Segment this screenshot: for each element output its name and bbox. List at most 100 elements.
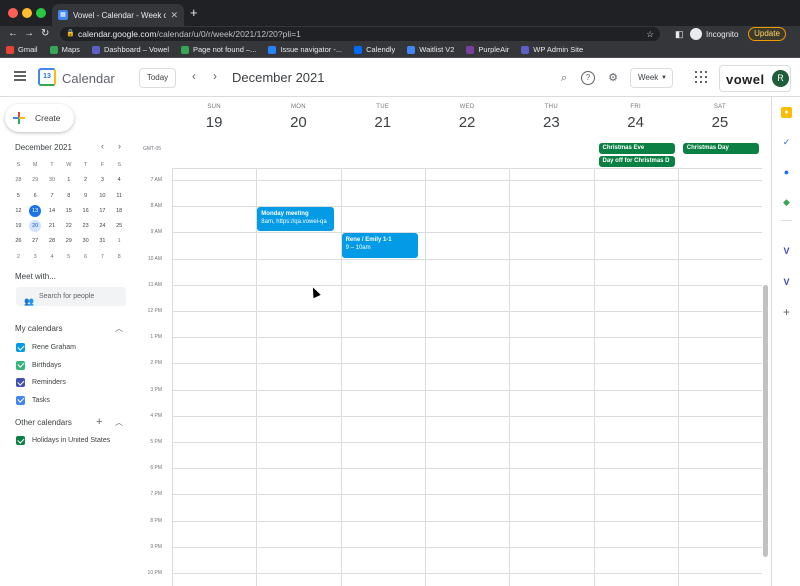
mini-day[interactable]: 26	[10, 234, 27, 249]
back-arrow-icon[interactable]: ←	[8, 26, 18, 42]
mini-day[interactable]: 24	[94, 219, 111, 234]
zoom-window-button[interactable]	[36, 8, 46, 18]
mini-day[interactable]: 5	[10, 189, 27, 204]
calendar-toggle[interactable]: Rene Graham	[16, 343, 76, 352]
maps-icon[interactable]: ◆	[781, 197, 792, 208]
close-tab-icon[interactable]: ✕	[170, 10, 178, 21]
mini-day[interactable]: 17	[94, 204, 111, 219]
calendar-toggle[interactable]: Holidays in United States	[16, 436, 110, 445]
day-header[interactable]: THU 23	[509, 104, 593, 131]
mini-day[interactable]: 8	[111, 250, 128, 265]
new-tab-button[interactable]: +	[190, 6, 198, 20]
calendar-toggle[interactable]: Reminders	[16, 378, 66, 387]
vowel-addon-icon[interactable]: V	[781, 246, 792, 257]
bookmark-item[interactable]: Gmail	[6, 45, 38, 54]
day-date[interactable]: 21	[341, 114, 425, 131]
bookmark-item[interactable]: Calendly	[354, 45, 395, 54]
vowel-addon-icon[interactable]: V	[781, 277, 792, 288]
my-calendars-header[interactable]: My calendars	[15, 324, 63, 333]
mini-day[interactable]: 1	[111, 234, 128, 249]
mini-day[interactable]: 16	[77, 204, 94, 219]
checkbox-icon[interactable]	[16, 343, 25, 352]
avatar[interactable]: R	[772, 70, 789, 87]
mini-day[interactable]: 12	[10, 204, 27, 219]
view-selector[interactable]: Week ▼	[630, 68, 673, 88]
bookmark-item[interactable]: Dashboard – Vowel	[91, 45, 169, 54]
search-icon[interactable]: ⌕	[557, 71, 571, 85]
mini-day[interactable]: 15	[60, 204, 77, 219]
incognito-indicator[interactable]: Incognito	[690, 26, 738, 42]
mini-day[interactable]: 27	[27, 234, 44, 249]
get-addons-plus-icon[interactable]: +	[781, 306, 792, 318]
day-header[interactable]: TUE 21	[341, 104, 425, 131]
bookmark-item[interactable]: Waitlist V2	[407, 45, 454, 54]
all-day-event[interactable]: Christmas Day	[682, 143, 760, 154]
create-button[interactable]: Create	[5, 104, 74, 132]
bookmark-item[interactable]: WP Admin Site	[521, 45, 583, 54]
other-calendars-header[interactable]: Other calendars	[15, 418, 72, 427]
day-header[interactable]: MON 20	[256, 104, 340, 131]
calendar-event[interactable]: Monday meeting 8am, https://qa.vowel-qa	[257, 207, 334, 232]
week-grid[interactable]: Monday meeting 8am, https://qa.vowel-qa Re…	[172, 169, 762, 586]
day-date[interactable]: 22	[425, 114, 509, 131]
google-apps-icon[interactable]	[695, 71, 707, 83]
collapse-chevron-icon[interactable]: ︿	[115, 417, 123, 428]
day-date[interactable]: 23	[509, 114, 593, 131]
address-bar[interactable]: 🔒 calendar.google.com/calendar/u/0/r/wee…	[60, 27, 660, 41]
bookmark-item[interactable]: Maps	[49, 45, 80, 54]
mini-day[interactable]: 13	[27, 204, 44, 219]
day-header[interactable]: SAT 25	[678, 104, 762, 131]
mini-day[interactable]: 18	[111, 204, 128, 219]
checkbox-icon[interactable]	[16, 378, 25, 387]
previous-week-icon[interactable]: ‹	[192, 69, 196, 83]
mini-day[interactable]: 30	[44, 173, 61, 188]
checkbox-icon[interactable]	[16, 395, 25, 405]
today-button[interactable]: Today	[139, 68, 176, 88]
mini-day[interactable]: 31	[94, 234, 111, 249]
mini-day[interactable]: 9	[77, 189, 94, 204]
day-date[interactable]: 25	[678, 114, 762, 131]
day-date[interactable]: 19	[172, 114, 256, 131]
next-week-icon[interactable]: ›	[213, 69, 217, 83]
mini-day[interactable]: 3	[94, 173, 111, 188]
calendar-event[interactable]: Rene / Emily 1-1 9 – 10am	[341, 233, 418, 258]
grid-scrollbar[interactable]	[763, 285, 768, 557]
calendar-toggle[interactable]: Birthdays	[16, 360, 61, 370]
day-header[interactable]: SUN 19	[172, 104, 256, 131]
mini-day[interactable]: 23	[77, 219, 94, 234]
all-day-event[interactable]: Christmas Eve	[598, 143, 675, 154]
all-day-event[interactable]: Day off for Christmas D	[598, 156, 675, 167]
bookmark-item[interactable]: Page not found –...	[180, 45, 256, 54]
sidepanel-icon[interactable]: ◧	[675, 26, 684, 42]
collapse-chevron-icon[interactable]: ︿	[115, 323, 123, 334]
keep-icon[interactable]: ●	[781, 107, 792, 118]
mini-day[interactable]: 4	[44, 250, 61, 265]
tasks-icon[interactable]: ✓	[781, 137, 792, 148]
day-date[interactable]: 20	[256, 114, 340, 131]
mini-day[interactable]: 4	[111, 173, 128, 188]
mini-day[interactable]: 7	[44, 189, 61, 204]
mini-day[interactable]: 3	[27, 250, 44, 265]
mini-day[interactable]: 7	[94, 250, 111, 265]
forward-arrow-icon[interactable]: →	[24, 26, 34, 42]
mini-day[interactable]: 10	[94, 189, 111, 204]
bookmark-item[interactable]: Issue navigator -...	[268, 45, 342, 54]
mini-prev-month-icon[interactable]: ‹	[101, 141, 104, 151]
mini-day[interactable]: 29	[27, 173, 44, 188]
mini-day[interactable]: 5	[60, 250, 77, 265]
close-window-button[interactable]	[8, 8, 18, 18]
mini-day[interactable]: 22	[60, 219, 77, 234]
add-calendar-plus-icon[interactable]: +	[96, 416, 102, 428]
mini-day[interactable]: 8	[60, 189, 77, 204]
mini-day[interactable]: 30	[77, 234, 94, 249]
mini-day[interactable]: 19	[10, 219, 27, 234]
day-header[interactable]: WED 22	[425, 104, 509, 131]
mini-day[interactable]: 11	[111, 189, 128, 204]
mini-day[interactable]: 6	[77, 250, 94, 265]
mini-day[interactable]: 14	[44, 204, 61, 219]
mini-day[interactable]: 20	[27, 219, 44, 234]
day-header[interactable]: FRI 24	[594, 104, 678, 131]
day-date[interactable]: 24	[594, 114, 678, 131]
update-button[interactable]: Update	[748, 27, 786, 41]
mini-day[interactable]: 2	[10, 250, 27, 265]
